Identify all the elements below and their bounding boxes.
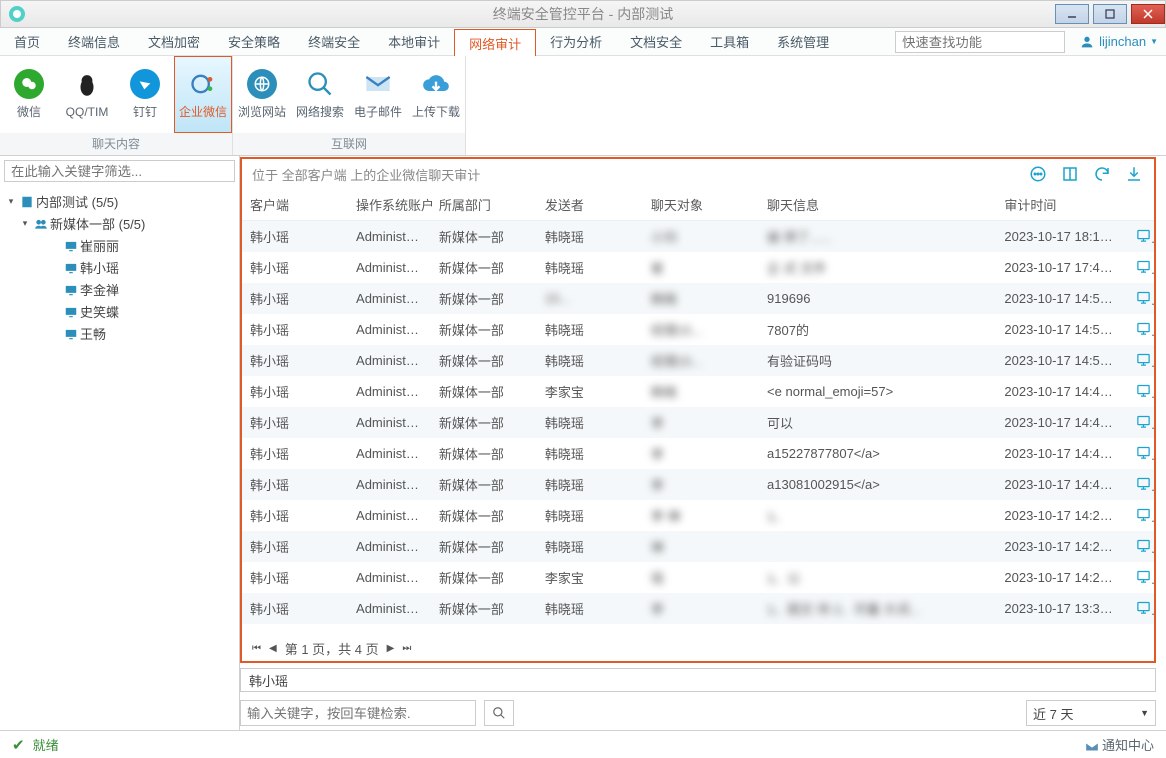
- check-icon: ✔: [12, 736, 25, 754]
- tool-search[interactable]: 网络搜索: [291, 56, 349, 133]
- tree-client[interactable]: 崔丽丽: [0, 234, 239, 256]
- menubar: 首页终端信息文档加密安全策略终端安全本地审计网络审计行为分析文档安全工具箱系统管…: [0, 28, 1166, 56]
- close-button[interactable]: [1131, 4, 1165, 24]
- table-row[interactable]: 韩小瑶Administra...新媒体一部韩晓瑶崔 企 式 文件 2023-10…: [242, 252, 1154, 283]
- breadcrumb: 位于 全部客户端 上的企业微信聊天审计: [252, 165, 480, 184]
- menu-网络审计[interactable]: 网络审计: [454, 29, 536, 56]
- menu-安全策略[interactable]: 安全策略: [214, 28, 294, 55]
- date-range-select[interactable]: 近 7 天 ▼: [1026, 700, 1156, 726]
- row-detail-icon[interactable]: [1128, 531, 1154, 562]
- row-detail-icon[interactable]: [1128, 345, 1154, 376]
- column-header[interactable]: 聊天信息: [759, 189, 996, 221]
- keyword-input[interactable]: [240, 700, 476, 726]
- table-row[interactable]: 韩小瑶Administra...新媒体一部韩晓瑶 经理15...有验证码吗202…: [242, 345, 1154, 376]
- search-button[interactable]: [484, 700, 514, 726]
- column-header[interactable]: 发送者: [537, 189, 643, 221]
- table-row[interactable]: 韩小瑶Administra...新媒体一部韩晓瑶李 可以2023-10-17 1…: [242, 407, 1154, 438]
- minimize-button[interactable]: [1055, 4, 1089, 24]
- date-range-value: 近 7 天: [1033, 704, 1073, 723]
- sidebar: ▾内部测试 (5/5)▾新媒体一部 (5/5)崔丽丽韩小瑶李金禅史笑蝶王畅: [0, 156, 240, 730]
- audit-table[interactable]: 客户端操作系统账户所属部门发送者聊天对象聊天信息审计时间 韩小瑶Administ…: [242, 189, 1154, 635]
- table-row[interactable]: 韩小瑶Administra...新媒体一部韩晓瑶李 a13081002915</…: [242, 469, 1154, 500]
- selected-client-field: 韩小瑶: [240, 668, 1156, 692]
- ribbon: 微信QQ/TIM钉钉企业微信 聊天内容 浏览网站网络搜索电子邮件上传下载 互联网: [0, 56, 1166, 156]
- table-row[interactable]: 韩小瑶Administra...新媒体一部韩晓瑶 禅 2023-10-17 14…: [242, 531, 1154, 562]
- row-detail-icon[interactable]: [1128, 593, 1154, 624]
- table-row[interactable]: 韩小瑶Administra...新媒体一部韩晓瑶李 a15227877807</…: [242, 438, 1154, 469]
- pagination: ⏮ ◀ 第 1 页，共 4 页 ▶ ⏭: [242, 635, 1154, 661]
- row-detail-icon[interactable]: [1128, 407, 1154, 438]
- tool-qq[interactable]: QQ/TIM: [58, 56, 116, 133]
- chat-icon[interactable]: [1028, 164, 1048, 184]
- table-row[interactable]: 韩小瑶Administra...新媒体一部李家宝 瑶1、公 2023-10-17…: [242, 562, 1154, 593]
- titlebar: 终端安全管控平台 - 内部测试: [0, 0, 1166, 28]
- tree-client[interactable]: 李金禅: [0, 278, 239, 300]
- page-next-button[interactable]: ▶: [387, 643, 395, 654]
- notification-center[interactable]: 通知中心: [1085, 735, 1154, 754]
- table-row[interactable]: 韩小瑶Administra...新媒体一部韩晓瑶李 禅1、 2023-10-17…: [242, 500, 1154, 531]
- menu-首页[interactable]: 首页: [0, 28, 54, 55]
- app-logo-icon: [9, 6, 25, 22]
- maximize-button[interactable]: [1093, 4, 1127, 24]
- menu-文档安全[interactable]: 文档安全: [616, 28, 696, 55]
- refresh-icon[interactable]: [1092, 164, 1112, 184]
- tool-wechat[interactable]: 微信: [0, 56, 58, 133]
- ribbon-group-label: 聊天内容: [0, 133, 232, 155]
- content-panel: 位于 全部客户端 上的企业微信聊天审计 客户端操作系统账户所属部门发送者聊天对象…: [240, 157, 1156, 663]
- row-detail-icon[interactable]: [1128, 438, 1154, 469]
- table-row[interactable]: 韩小瑶Administra...新媒体一部李家宝韩晓<e normal_emoj…: [242, 376, 1154, 407]
- page-last-button[interactable]: ⏭: [402, 643, 411, 654]
- row-detail-icon[interactable]: [1128, 469, 1154, 500]
- row-detail-icon[interactable]: [1128, 221, 1154, 253]
- row-detail-icon[interactable]: [1128, 252, 1154, 283]
- row-detail-icon[interactable]: [1128, 314, 1154, 345]
- column-header[interactable]: 聊天对象: [643, 189, 759, 221]
- column-header[interactable]: 审计时间: [996, 189, 1127, 221]
- menu-系统管理[interactable]: 系统管理: [763, 28, 843, 55]
- row-detail-icon[interactable]: [1128, 562, 1154, 593]
- row-detail-icon[interactable]: [1128, 283, 1154, 314]
- table-row[interactable]: 韩小瑶Administra...新媒体一部韩晓瑶 经理15...7807的202…: [242, 314, 1154, 345]
- menu-终端信息[interactable]: 终端信息: [54, 28, 134, 55]
- tree-client[interactable]: 王畅: [0, 322, 239, 344]
- row-detail-icon[interactable]: [1128, 500, 1154, 531]
- ribbon-group-label: 互联网: [233, 133, 465, 155]
- tool-dingding[interactable]: 钉钉: [116, 56, 174, 133]
- tool-cloud[interactable]: 上传下载: [407, 56, 465, 133]
- column-header[interactable]: 所属部门: [431, 189, 537, 221]
- ribbon-group-chat: 微信QQ/TIM钉钉企业微信 聊天内容: [0, 56, 233, 155]
- columns-icon[interactable]: [1060, 164, 1080, 184]
- menu-本地审计[interactable]: 本地审计: [374, 28, 454, 55]
- quick-search-input[interactable]: [895, 31, 1065, 53]
- page-prev-button[interactable]: ◀: [269, 643, 277, 654]
- table-row[interactable]: 韩小瑶Administra...新媒体一部 15...韩晓9196962023-…: [242, 283, 1154, 314]
- client-tree: ▾内部测试 (5/5)▾新媒体一部 (5/5)崔丽丽韩小瑶李金禅史笑蝶王畅: [0, 186, 239, 730]
- tool-workwechat[interactable]: 企业微信: [174, 56, 232, 133]
- user-menu[interactable]: lijinchan▼: [1071, 28, 1166, 55]
- ribbon-group-internet: 浏览网站网络搜索电子邮件上传下载 互联网: [233, 56, 466, 155]
- page-indicator: 第 1 页，共 4 页: [285, 639, 379, 658]
- column-header[interactable]: 操作系统账户: [348, 189, 431, 221]
- tool-mail[interactable]: 电子邮件: [349, 56, 407, 133]
- tool-globe[interactable]: 浏览网站: [233, 56, 291, 133]
- status-text: 就绪: [33, 735, 59, 754]
- page-first-button[interactable]: ⏮: [252, 643, 261, 654]
- column-header[interactable]: 客户端: [242, 189, 348, 221]
- menu-行为分析[interactable]: 行为分析: [536, 28, 616, 55]
- row-detail-icon[interactable]: [1128, 376, 1154, 407]
- table-row[interactable]: 韩小瑶Administra...新媒体一部韩晓瑶 小刘被 停了......202…: [242, 221, 1154, 253]
- menu-工具箱[interactable]: 工具箱: [696, 28, 763, 55]
- window-title: 终端安全管控平台 - 内部测试: [1, 4, 1165, 24]
- tree-client[interactable]: 史笑蝶: [0, 300, 239, 322]
- tree-client[interactable]: 韩小瑶: [0, 256, 239, 278]
- table-row[interactable]: 韩小瑶Administra...新媒体一部韩晓瑶李 1、图文 待 2、尽量 大词…: [242, 593, 1154, 624]
- menu-文档加密[interactable]: 文档加密: [134, 28, 214, 55]
- statusbar: ✔ 就绪 通知中心: [0, 730, 1166, 758]
- sidebar-filter-input[interactable]: [4, 160, 235, 182]
- menu-终端安全[interactable]: 终端安全: [294, 28, 374, 55]
- export-icon[interactable]: [1124, 164, 1144, 184]
- tree-root[interactable]: ▾内部测试 (5/5): [0, 190, 239, 212]
- tree-dept[interactable]: ▾新媒体一部 (5/5): [0, 212, 239, 234]
- chevron-down-icon: ▼: [1140, 708, 1149, 718]
